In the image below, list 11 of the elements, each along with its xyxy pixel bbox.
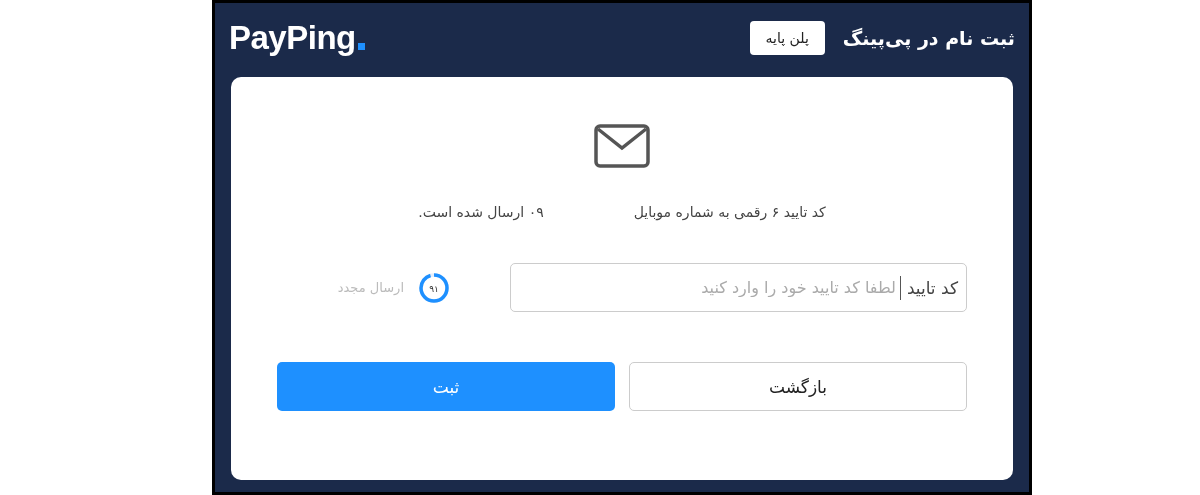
code-field[interactable]: کد تایید لطفا کد تایید خود را وارد کنید: [510, 263, 967, 312]
plan-button[interactable]: پلن پایه: [749, 21, 825, 55]
timer-text: ۹۱: [429, 283, 439, 293]
field-label: کد تایید: [899, 275, 958, 300]
message-text: کد تایید ۶ رقمی به شماره موبایل: [633, 204, 826, 220]
page-title: ثبت نام در پی‌پینگ: [842, 27, 1015, 49]
envelope-icon: [594, 124, 650, 168]
message-text: ۰۹ ارسال شده است.: [418, 204, 544, 220]
code-input[interactable]: لطفا کد تایید خود را وارد کنید: [519, 278, 900, 297]
back-button[interactable]: بازگشت: [629, 362, 967, 411]
logo: PayPing: [229, 19, 365, 57]
